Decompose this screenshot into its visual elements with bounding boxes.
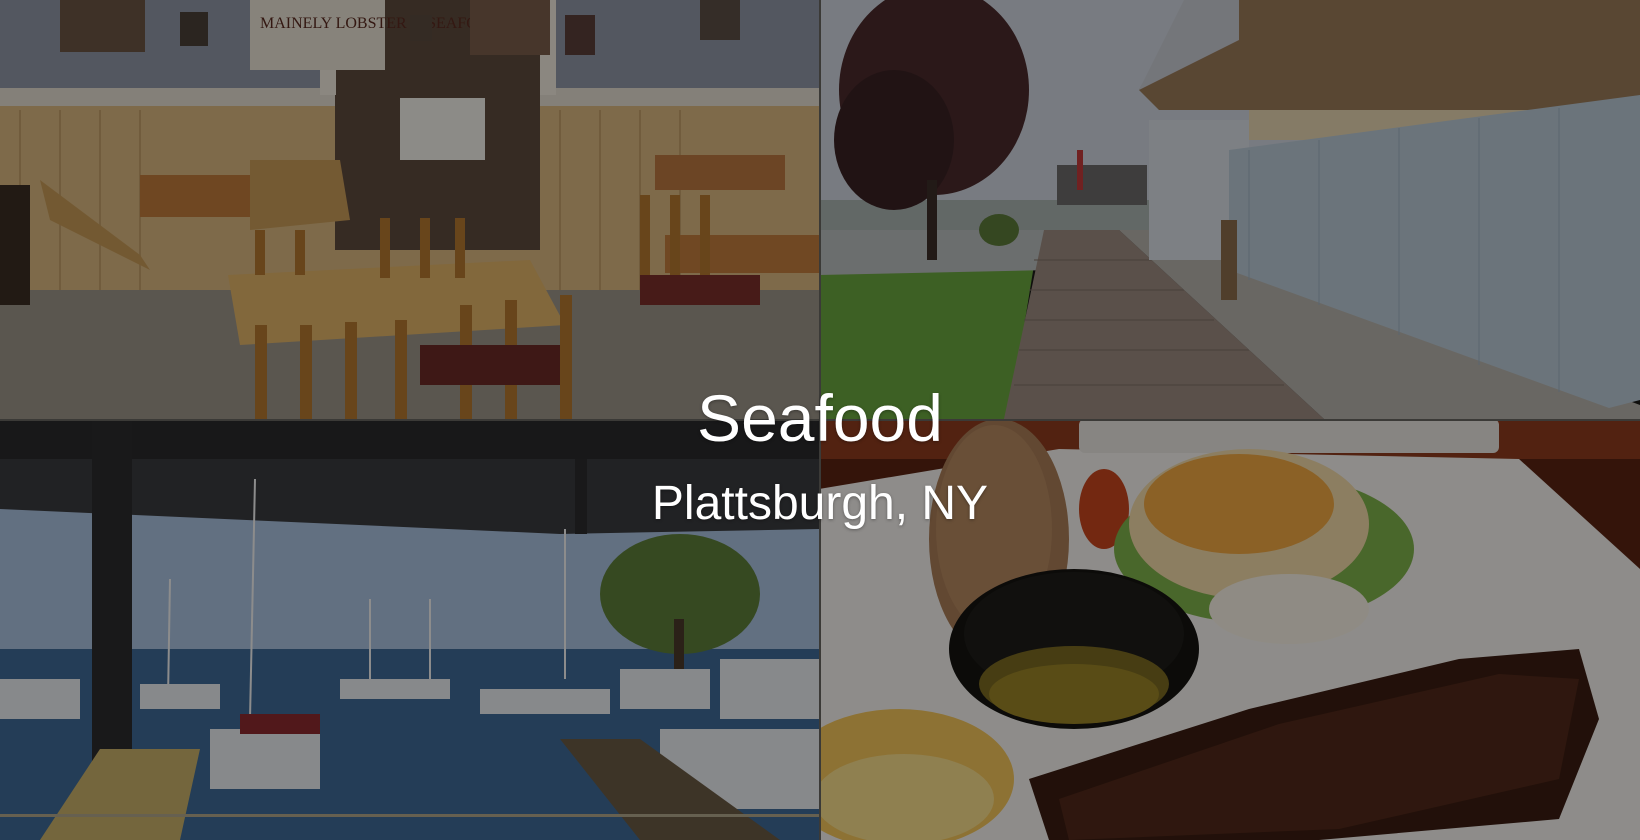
hero-title: Seafood [697,381,943,455]
lobster-sign-text: MAINELY LOBSTER & SEAFOOD [260,15,501,32]
photo-dining-room: MAINELY LOBSTER & SEAFOOD [0,0,819,419]
walkway-image [819,0,1640,419]
hero-subtitle: Plattsburgh, NY [651,477,989,530]
photo-waterfront-walkway [819,0,1640,419]
dining-room-image: MAINELY LOBSTER & SEAFOOD [0,0,819,419]
